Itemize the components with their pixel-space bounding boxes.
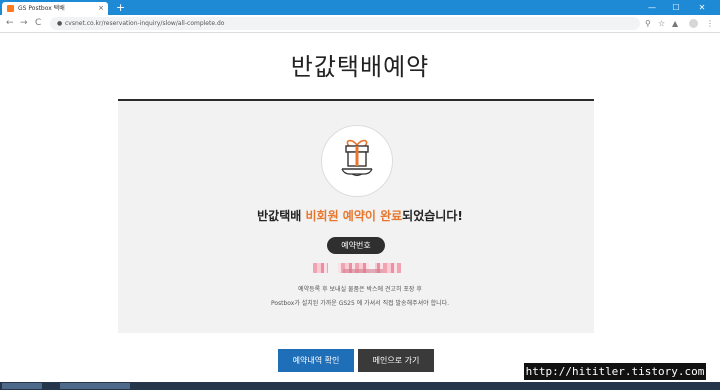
- more-vert-icon[interactable]: ⋮: [706, 15, 714, 32]
- reload-button[interactable]: C: [35, 15, 41, 32]
- minimize-button[interactable]: —: [640, 0, 664, 15]
- gift-circle: [321, 125, 393, 197]
- maximize-button[interactable]: ☐: [664, 0, 688, 15]
- start-button[interactable]: [2, 383, 42, 389]
- back-button[interactable]: ←: [6, 15, 14, 32]
- address-bar[interactable]: ● cvsnet.co.kr/reservation-inquiry/slow/…: [50, 17, 640, 30]
- browser-tab[interactable]: GS Postbox 택배 ×: [2, 2, 108, 15]
- profile-avatar[interactable]: [689, 19, 698, 28]
- headline-suffix: 되었습니다!: [402, 209, 463, 223]
- browser-toolbar: ← → C ● cvsnet.co.kr/reservation-inquiry…: [0, 15, 720, 33]
- gift-box-on-tray-icon: [341, 139, 373, 177]
- close-window-button[interactable]: ✕: [690, 0, 714, 15]
- browser-tab-bar: GS Postbox 택배 × + — ☐ ✕: [0, 0, 720, 15]
- taskbar-app[interactable]: [60, 383, 130, 389]
- tab-title: GS Postbox 택배: [18, 5, 65, 12]
- lock-icon: ●: [57, 20, 63, 27]
- headline-accent: 비회원 예약이 완료: [305, 209, 403, 223]
- star-icon[interactable]: ☆: [658, 15, 665, 32]
- extension-icon[interactable]: ▲: [672, 15, 678, 32]
- go-to-main-button[interactable]: 메인으로 가기: [358, 349, 434, 372]
- tab-close-icon[interactable]: ×: [98, 2, 104, 15]
- os-taskbar: [0, 382, 720, 390]
- page-title: 반값택배예약: [290, 53, 430, 81]
- key-icon[interactable]: ⚲: [645, 15, 651, 32]
- info-line-2: Postbox가 설치된 가까운 GS25 에 가셔서 직접 발송해주셔야 합니…: [270, 300, 450, 307]
- reservation-number-redacted: [313, 263, 401, 273]
- info-line-1: 예약등록 후 보내실 물품은 박스에 견고히 포장 후: [298, 286, 422, 293]
- headline-prefix: 반값택배: [257, 209, 306, 223]
- reservation-number-badge: 예약번호: [327, 237, 385, 254]
- forward-button[interactable]: →: [20, 15, 28, 32]
- confirm-reservation-button[interactable]: 예약내역 확인: [278, 349, 354, 372]
- url-text: cvsnet.co.kr/reservation-inquiry/slow/al…: [65, 20, 225, 27]
- new-tab-button[interactable]: +: [116, 0, 125, 15]
- blog-watermark: http://hititler.tistory.com: [524, 363, 706, 380]
- gs-favicon-icon: [7, 5, 14, 12]
- completion-headline: 반값택배 비회원 예약이 완료되었습니다!: [0, 207, 720, 224]
